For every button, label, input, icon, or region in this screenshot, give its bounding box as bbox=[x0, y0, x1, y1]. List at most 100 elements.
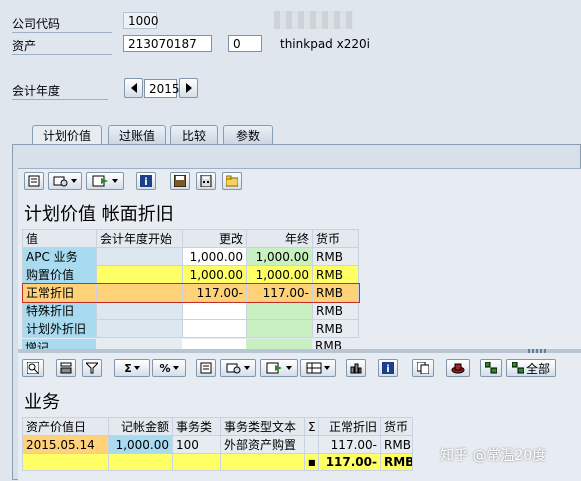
column-header: 会计年度开始 bbox=[96, 229, 183, 248]
cell-year-end bbox=[246, 319, 313, 338]
save-layout-button[interactable] bbox=[170, 172, 190, 190]
column-header: 值 bbox=[22, 229, 97, 248]
grid-layout-icon bbox=[306, 362, 322, 374]
table-row[interactable]: 计划外折旧 RMB bbox=[22, 319, 359, 338]
tab-planned-values[interactable]: 计划价值 bbox=[32, 125, 102, 146]
cell-change: 1,000.00 bbox=[182, 247, 247, 266]
cell-currency: RMB bbox=[312, 265, 359, 284]
collapse-button[interactable] bbox=[480, 359, 502, 377]
bottom-grid-title: 业务 bbox=[24, 392, 60, 413]
asset-label: 资产 bbox=[12, 37, 112, 55]
tree-icon bbox=[485, 362, 497, 374]
cell-start bbox=[96, 319, 183, 338]
fiscal-year-field[interactable]: 2015 bbox=[144, 79, 180, 98]
column-header: 资产价值日 bbox=[22, 417, 109, 436]
magnifier-icon bbox=[27, 362, 39, 374]
filter-button[interactable] bbox=[82, 359, 102, 377]
cell-change bbox=[182, 301, 247, 320]
row-label: APC 业务 bbox=[22, 247, 97, 266]
previous-year-button[interactable] bbox=[124, 78, 143, 98]
show-all-button[interactable]: 全部 bbox=[506, 359, 556, 377]
total-row: ■ 117.00- RMB bbox=[22, 453, 413, 471]
export-list-button[interactable] bbox=[260, 359, 298, 377]
cell-change[interactable]: 117.00- bbox=[182, 283, 247, 302]
asset-number-field[interactable]: 213070187 bbox=[123, 35, 212, 52]
row-label: 计划外折旧 bbox=[22, 319, 97, 338]
table-row[interactable]: APC 业务 1,000.00 1,000.00 RMB bbox=[22, 247, 359, 266]
cell-start bbox=[96, 301, 183, 320]
partial-row-clip: 增记 RMB bbox=[22, 339, 358, 349]
calculator-icon bbox=[200, 175, 212, 187]
sort-icon bbox=[60, 362, 72, 374]
print-preview-icon bbox=[226, 363, 241, 374]
row-label: 增记 bbox=[22, 339, 96, 349]
bar-chart-icon bbox=[350, 363, 362, 374]
print-preview-button[interactable] bbox=[48, 172, 82, 190]
export-button[interactable] bbox=[86, 172, 124, 190]
column-header: 事务类型文本 bbox=[220, 417, 305, 436]
subtotal-button[interactable]: % bbox=[152, 359, 186, 377]
tab-comparisons[interactable]: 比较 bbox=[170, 125, 218, 145]
subtotal-icon: % bbox=[159, 361, 171, 375]
table-row[interactable]: 2015.05.14 1,000.00 100 外部资产购置 117.00- R… bbox=[22, 435, 413, 454]
cell-start bbox=[96, 247, 183, 266]
tab-parameters[interactable]: 参数 bbox=[223, 125, 273, 145]
column-header: 事务类 bbox=[172, 417, 221, 436]
layout-button[interactable] bbox=[300, 359, 336, 377]
watermark: 知乎 @常温20度 bbox=[440, 448, 547, 464]
cell-change: 1,000.00 bbox=[182, 265, 247, 284]
cell-trans-type: 100 bbox=[172, 435, 221, 454]
blurred-company-name bbox=[274, 11, 354, 29]
document-icon bbox=[28, 175, 40, 187]
svg-text:i: i bbox=[144, 177, 147, 187]
column-header: 更改 bbox=[182, 229, 247, 248]
cell-year-end: 1,000.00 bbox=[246, 265, 313, 284]
asset-subnumber-field[interactable]: 0 bbox=[228, 35, 262, 52]
information-button[interactable]: i bbox=[136, 172, 156, 190]
views-button[interactable] bbox=[220, 359, 256, 377]
cell-date: 2015.05.14 bbox=[22, 435, 109, 454]
display-options-button[interactable] bbox=[446, 359, 470, 377]
folder-button[interactable] bbox=[222, 172, 242, 190]
details-button[interactable] bbox=[24, 172, 44, 190]
show-all-label: 全部 bbox=[525, 361, 550, 376]
table-row[interactable]: 特殊折旧 RMB bbox=[22, 301, 359, 320]
column-header: 年终 bbox=[246, 229, 313, 248]
arrow-right-icon bbox=[185, 83, 192, 93]
splitter-grip-icon bbox=[528, 349, 548, 353]
cell-currency: RMB bbox=[312, 247, 359, 266]
pane-splitter[interactable] bbox=[18, 349, 581, 353]
cell-year-end bbox=[246, 301, 313, 320]
tab-posted-values[interactable]: 过账值 bbox=[108, 125, 166, 145]
column-header: Σ bbox=[304, 417, 319, 436]
filter-icon bbox=[86, 362, 98, 374]
table-row[interactable]: 购置价值 1,000.00 1,000.00 RMB bbox=[22, 265, 359, 284]
company-code-field[interactable]: 1000 bbox=[123, 12, 159, 29]
choose-details-button[interactable] bbox=[22, 359, 44, 377]
folder-icon bbox=[226, 175, 238, 187]
cell-sigma bbox=[304, 435, 319, 454]
cell-trans-text: 外部资产购置 bbox=[220, 435, 305, 454]
copy-icon bbox=[417, 362, 429, 374]
company-code-label: 公司代码 bbox=[12, 15, 112, 33]
cell-currency: RMB bbox=[312, 319, 359, 338]
transactions-table: 资产价值日 记帐金额 事务类 事务类型文本 Σ 正常折旧 货币 2015.05.… bbox=[22, 417, 413, 471]
sort-ascending-button[interactable] bbox=[56, 359, 76, 377]
table-row-selected[interactable]: 正常折旧 117.00- 117.00- RMB bbox=[21, 282, 360, 303]
calculator-button[interactable] bbox=[196, 172, 216, 190]
print-preview-icon bbox=[53, 176, 68, 187]
floppy-icon bbox=[174, 175, 186, 187]
fiscal-year-label: 会计年度 bbox=[12, 82, 108, 100]
cell-change bbox=[182, 319, 247, 338]
information-list-button[interactable]: i bbox=[378, 359, 398, 377]
graphic-button[interactable] bbox=[346, 359, 366, 377]
print-button[interactable] bbox=[196, 359, 216, 377]
copy-button[interactable] bbox=[412, 359, 434, 377]
cell-amount: 1,000.00 bbox=[108, 435, 173, 454]
sum-button[interactable]: Σ bbox=[114, 359, 150, 377]
table-header-row: 资产价值日 记帐金额 事务类 事务类型文本 Σ 正常折旧 货币 bbox=[22, 417, 413, 436]
column-header: 记帐金额 bbox=[108, 417, 173, 436]
cell-currency: RMB bbox=[315, 339, 342, 349]
table-header-row: 值 会计年度开始 更改 年终 货币 bbox=[22, 229, 359, 248]
next-year-button[interactable] bbox=[179, 78, 198, 98]
